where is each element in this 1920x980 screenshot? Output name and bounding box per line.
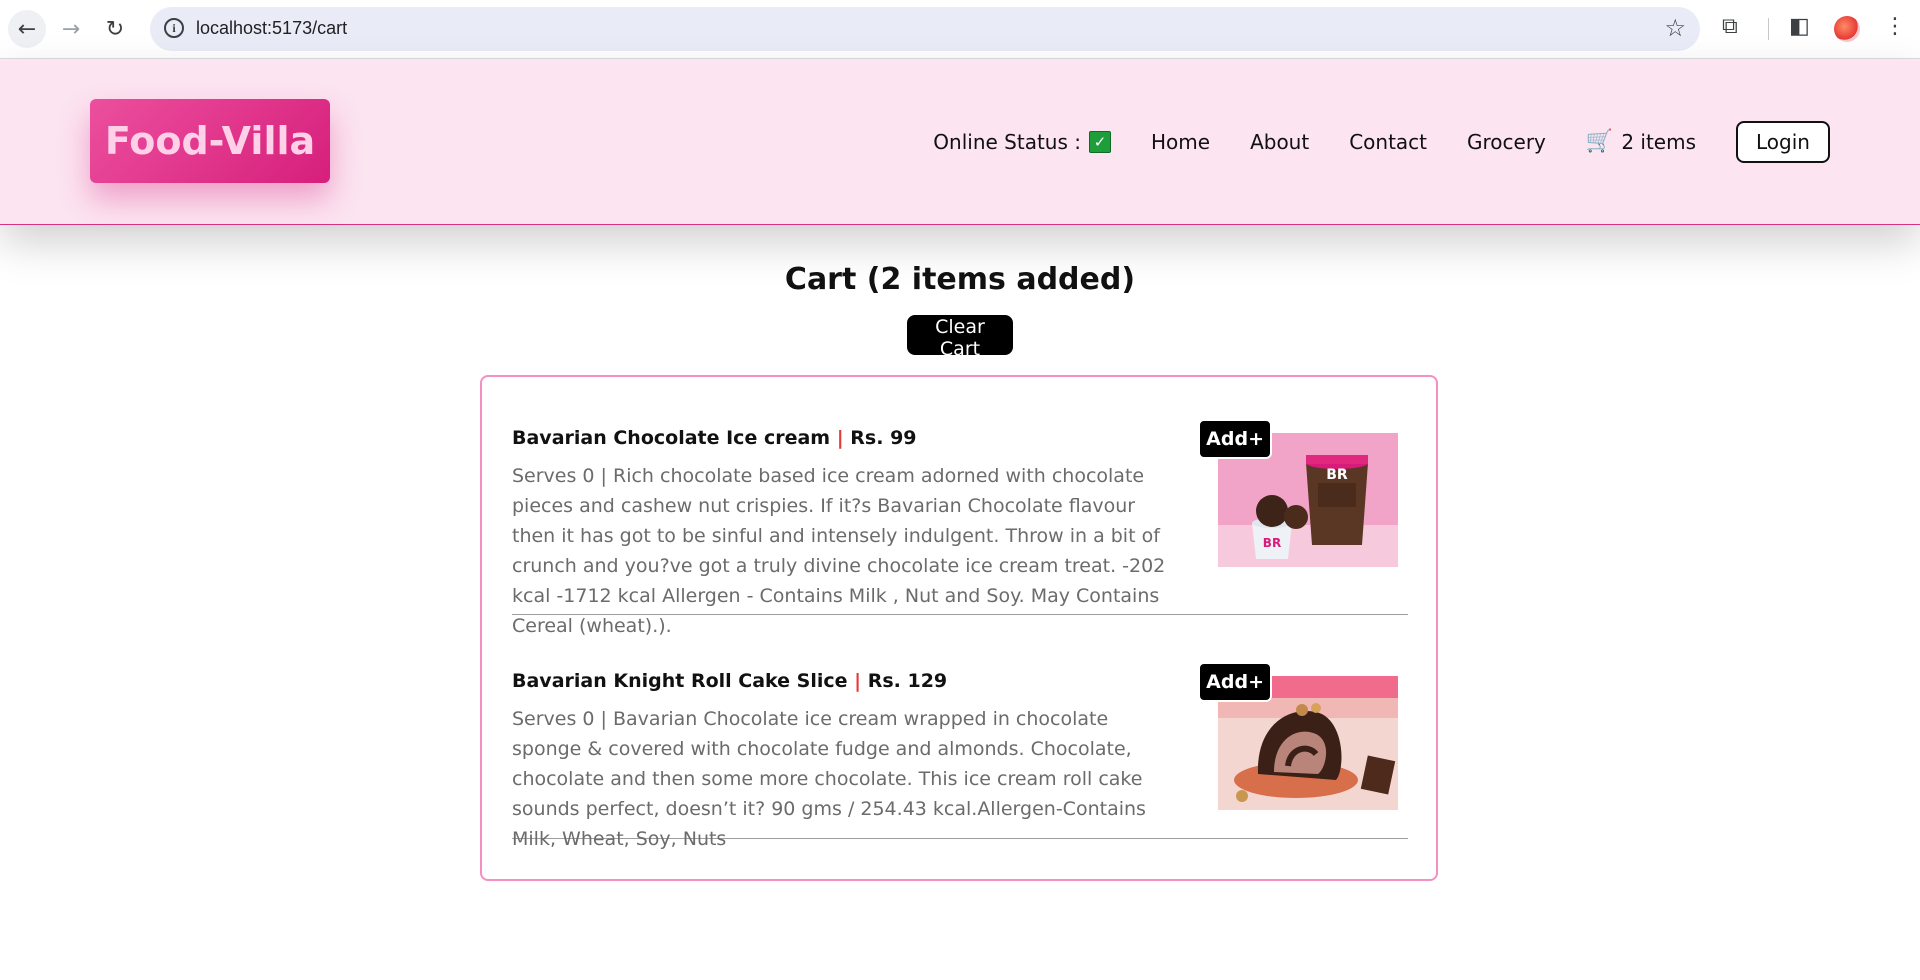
logo[interactable]: Food-Villa [90, 99, 330, 183]
price-separator: | [854, 670, 862, 692]
check-mark-icon: ✓ [1089, 130, 1111, 153]
cart-items-container: Bavarian Chocolate Ice cream | Rs. 99 Se… [480, 375, 1438, 881]
logo-text: Food-Villa [104, 119, 316, 163]
app-header: Food-Villa Online Status : ✓ Home About … [0, 59, 1920, 225]
item-price: Rs. 129 [867, 670, 948, 692]
clear-cart-button[interactable]: Clear Cart [907, 315, 1013, 360]
cart-item: Bavarian Chocolate Ice cream | Rs. 99 Se… [512, 419, 1408, 637]
back-arrow-icon[interactable]: ← [8, 10, 46, 48]
forward-arrow-icon[interactable]: → [52, 10, 90, 48]
extensions-puzzle-icon[interactable]: ⧉ [1722, 14, 1738, 39]
nav-about-link[interactable]: About [1250, 130, 1309, 154]
price-separator: | [836, 427, 844, 449]
url-text[interactable]: localhost:5173/cart [196, 18, 347, 39]
cart-item: Bavarian Knight Roll Cake Slice | Rs. 12… [512, 662, 1408, 850]
address-bar[interactable]: i localhost:5173/cart ☆ [150, 7, 1700, 51]
nav-links: Online Status : ✓ Home About Contact Gro… [933, 59, 1920, 224]
cart-title: Cart (2 items added) [784, 262, 1136, 297]
svg-text:BR: BR [1263, 536, 1281, 550]
side-panel-icon[interactable]: ◧ [1789, 14, 1810, 39]
item-description: Serves 0 | Bavarian Chocolate ice cream … [512, 708, 1146, 850]
item-description: Serves 0 | Rich chocolate based ice crea… [512, 465, 1166, 637]
site-info-icon[interactable]: i [164, 18, 184, 38]
nav-cart-link[interactable]: 🛒 2 items [1586, 129, 1696, 154]
kebab-menu-icon[interactable]: ⋮ [1884, 14, 1906, 39]
online-status-label: Online Status : [933, 129, 1081, 154]
cart-count-label: 2 items [1621, 129, 1696, 154]
browser-toolbar: ← → ↻ i localhost:5173/cart ☆ ⧉ ◧ ⋮ [0, 0, 1920, 59]
nav-home-link[interactable]: Home [1151, 130, 1210, 154]
reload-icon[interactable]: ↻ [96, 10, 134, 48]
nav-grocery-link[interactable]: Grocery [1467, 130, 1546, 154]
item-name: Bavarian Knight Roll Cake Slice [512, 670, 848, 692]
shopping-cart-icon: 🛒 [1585, 129, 1614, 154]
add-item-button[interactable]: Add+ [1198, 419, 1272, 459]
login-button[interactable]: Login [1736, 120, 1830, 163]
toolbar-divider [1768, 18, 1769, 40]
nav-contact-link[interactable]: Contact [1349, 130, 1427, 154]
brand-logo-text: BR [1326, 467, 1348, 483]
add-item-button[interactable]: Add+ [1198, 662, 1272, 702]
profile-avatar[interactable] [1834, 16, 1860, 42]
bookmark-star-icon[interactable]: ☆ [1664, 14, 1686, 42]
item-price: Rs. 99 [850, 427, 917, 449]
online-status: Online Status : ✓ [933, 130, 1111, 154]
item-name: Bavarian Chocolate Ice cream [512, 427, 831, 449]
